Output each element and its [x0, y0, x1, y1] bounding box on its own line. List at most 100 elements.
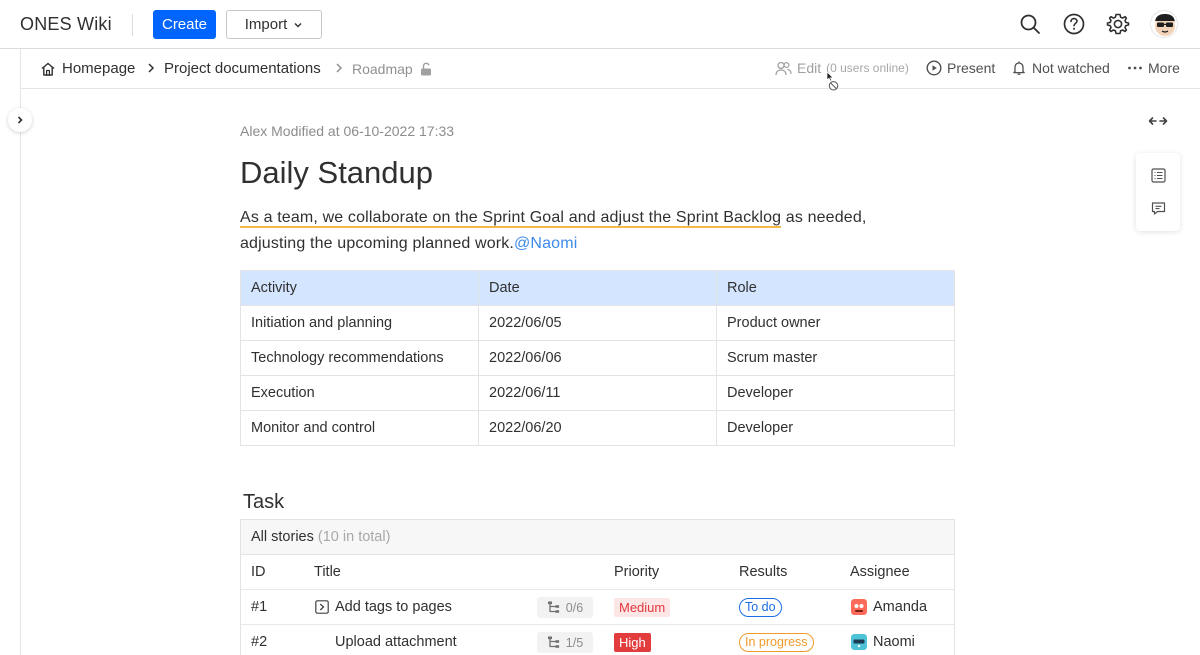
table-cell[interactable]: Technology recommendations: [240, 340, 479, 376]
table-cell[interactable]: 2022/06/06: [478, 340, 717, 376]
play-circle-icon: [926, 60, 942, 76]
table-cell[interactable]: Product owner: [716, 305, 955, 341]
chevron-right-icon: [17, 116, 23, 124]
breadcrumb-separator-icon: [148, 63, 155, 73]
column-header-results: Results: [739, 564, 788, 580]
table-header-cell: Date: [478, 270, 717, 306]
expand-horizontal-icon: [1148, 117, 1168, 125]
paragraph-text: adjusting the upcoming planned work.: [240, 235, 515, 252]
table-row[interactable]: #1 Add tags to pages 0/6 Medium To do Am…: [241, 590, 954, 625]
story-title[interactable]: Upload attachment: [335, 634, 457, 650]
breadcrumb-bar: Homepage Project documentations Roadmap …: [21, 49, 1200, 89]
activity-table: Activity Date Role Initiation and planni…: [240, 270, 955, 446]
comment-icon: [1151, 201, 1165, 215]
table-cell[interactable]: Scrum master: [716, 340, 955, 376]
stories-column-header-row: ID Title Priority Results Assignee: [241, 555, 954, 590]
users-icon: [775, 61, 792, 75]
column-header-priority: Priority: [614, 564, 660, 580]
breadcrumb-label: Project documentations: [164, 60, 321, 77]
page-width-toggle[interactable]: [1146, 112, 1170, 130]
present-label: Present: [947, 60, 996, 76]
import-button[interactable]: Import: [226, 10, 322, 39]
comments-button[interactable]: [1150, 200, 1166, 216]
table-row: Monitor and control 2022/06/20 Developer: [240, 410, 955, 446]
avatar[interactable]: [1150, 10, 1178, 38]
help-icon[interactable]: [1062, 12, 1086, 36]
watch-label: Not watched: [1032, 60, 1110, 76]
story-expand-icon[interactable]: [315, 600, 329, 614]
column-header-assignee: Assignee: [850, 564, 910, 580]
table-cell[interactable]: Execution: [240, 375, 479, 411]
table-row[interactable]: #2 Upload attachment 1/5 High In progres…: [241, 625, 954, 655]
assignee[interactable]: Amanda: [851, 599, 927, 615]
stories-list-header: All stories (10 in total): [241, 520, 954, 555]
breadcrumb-current-label: Roadmap: [352, 61, 413, 77]
breadcrumb-project-documentations[interactable]: Project documentations: [164, 60, 321, 77]
side-tools-panel: [1136, 153, 1180, 231]
import-label: Import: [244, 16, 288, 33]
more-label: More: [1148, 60, 1180, 76]
mention-link[interactable]: @Naomi: [514, 235, 577, 252]
table-cell[interactable]: Initiation and planning: [240, 305, 479, 341]
stories-list: All stories (10 in total) ID Title Prior…: [240, 519, 955, 655]
breadcrumb-separator-icon: [336, 63, 343, 73]
table-row: Execution 2022/06/11 Developer: [240, 375, 955, 411]
assignee-name: Naomi: [873, 634, 915, 650]
sidebar-expand-button[interactable]: [8, 108, 32, 132]
document-title[interactable]: Daily Standup: [240, 155, 433, 191]
table-cell[interactable]: Developer: [716, 410, 955, 446]
story-id: #1: [251, 599, 268, 615]
create-button[interactable]: Create: [153, 10, 216, 39]
breadcrumb-homepage[interactable]: Homepage: [40, 60, 135, 77]
column-header-title: Title: [314, 564, 341, 580]
subtask-tree-icon: [547, 601, 559, 613]
left-sidebar-rail: [0, 49, 21, 655]
bell-icon: [1013, 61, 1025, 75]
breadcrumb-label: Homepage: [62, 60, 136, 77]
table-cell[interactable]: Developer: [716, 375, 955, 411]
stories-count: (10 in total): [317, 529, 391, 545]
assignee-name: Amanda: [873, 599, 928, 615]
more-dots-icon: [1128, 66, 1142, 70]
unlock-icon[interactable]: [419, 62, 433, 76]
table-row: Initiation and planning 2022/06/05 Produ…: [240, 305, 955, 341]
assignee[interactable]: Naomi: [851, 634, 915, 650]
more-button[interactable]: More: [1127, 60, 1180, 76]
chevron-down-icon: [294, 22, 302, 27]
subtask-count[interactable]: 1/5: [537, 632, 593, 653]
avatar: [851, 634, 867, 650]
table-row: Technology recommendations 2022/06/06 Sc…: [240, 340, 955, 376]
subtask-count[interactable]: 0/6: [537, 597, 593, 618]
search-icon[interactable]: [1018, 12, 1042, 36]
stories-list-label: All stories: [251, 529, 314, 545]
brand-divider: [132, 14, 133, 36]
watch-button[interactable]: Not watched: [1011, 60, 1110, 76]
result-status-badge[interactable]: In progress: [739, 633, 814, 652]
task-heading[interactable]: Task: [243, 491, 284, 514]
subtask-count-text: 0/6: [565, 600, 584, 615]
app-brand[interactable]: ONES Wiki: [20, 14, 112, 35]
outline-list-icon: [1150, 167, 1166, 183]
highlighted-text[interactable]: As a team, we collaborate on the Sprint …: [240, 209, 782, 228]
table-cell[interactable]: 2022/06/20: [478, 410, 717, 446]
document-paragraph[interactable]: As a team, we collaborate on the Sprint …: [240, 205, 960, 257]
subtask-tree-icon: [547, 636, 559, 648]
breadcrumb-current-roadmap: Roadmap: [352, 61, 433, 77]
story-id: #2: [251, 634, 268, 650]
column-header-id: ID: [251, 564, 266, 580]
priority-badge: Medium: [614, 598, 671, 617]
gear-icon[interactable]: [1106, 12, 1130, 36]
edit-label: Edit: [797, 60, 822, 76]
home-icon: [41, 62, 55, 76]
table-cell[interactable]: Monitor and control: [240, 410, 479, 446]
document-meta: Alex Modified at 06-10-2022 17:33: [240, 123, 455, 139]
table-cell[interactable]: 2022/06/11: [478, 375, 717, 411]
table-header-cell: Activity: [240, 270, 479, 306]
story-title[interactable]: Add tags to pages: [335, 599, 452, 615]
present-button[interactable]: Present: [926, 60, 995, 76]
avatar: [851, 599, 867, 615]
subtask-count-text: 1/5: [565, 635, 584, 650]
result-status-badge[interactable]: To do: [739, 598, 782, 617]
table-cell[interactable]: 2022/06/05: [478, 305, 717, 341]
outline-button[interactable]: [1150, 167, 1166, 183]
